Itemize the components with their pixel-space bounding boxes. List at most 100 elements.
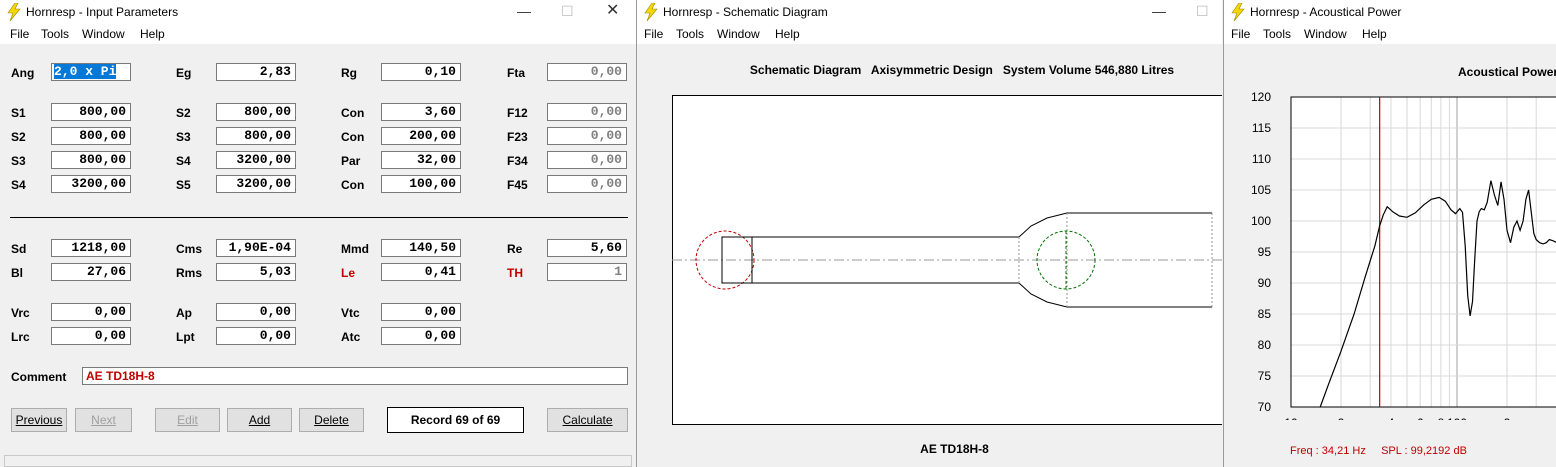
field-le[interactable]: 0,41	[381, 263, 461, 281]
field-s3b[interactable]: 800,00	[216, 127, 296, 145]
field-bl[interactable]: 27,06	[51, 263, 131, 281]
field-ang[interactable]: 2,0 x Pi	[51, 63, 131, 81]
label-f23: F23	[507, 130, 528, 144]
menu-help[interactable]: Help	[775, 27, 800, 41]
field-s3[interactable]: 800,00	[51, 151, 131, 169]
field-mmd[interactable]: 140,50	[381, 239, 461, 257]
label-lrc: Lrc	[11, 330, 30, 344]
status-bar	[4, 455, 632, 467]
separator-line	[10, 217, 628, 218]
y-tick-label: 110	[1252, 152, 1271, 166]
chart-title: Acoustical Power	[1458, 65, 1556, 79]
record-indicator: Record 69 of 69	[387, 407, 524, 433]
label-s3b: S3	[176, 130, 191, 144]
calculate-button[interactable]: Calculate	[547, 408, 628, 432]
title-bar: Hornresp - Input Parameters — ☐ ✕	[0, 0, 636, 24]
x-tick-label: 10	[1284, 416, 1298, 420]
label-s5: S5	[176, 178, 191, 192]
label-mmd: Mmd	[341, 242, 369, 256]
y-tick-label: 90	[1258, 276, 1272, 290]
menu-window[interactable]: Window	[1304, 27, 1347, 41]
schematic-canvas	[672, 95, 1222, 425]
menu-file[interactable]: File	[644, 27, 663, 41]
label-vtc: Vtc	[341, 306, 360, 320]
field-ap[interactable]: 0,00	[216, 303, 296, 321]
hornresp-lightning-icon	[644, 3, 658, 21]
x-tick-label: 2	[1338, 416, 1345, 420]
field-s2b[interactable]: 800,00	[216, 103, 296, 121]
menu-tools[interactable]: Tools	[676, 27, 704, 41]
field-sd[interactable]: 1218,00	[51, 239, 131, 257]
cursor-readout: Freq : 34,21 Hz SPL : 99,2192 dB	[1290, 445, 1467, 457]
label-comment: Comment	[11, 370, 67, 384]
maximize-icon[interactable]: ☐	[561, 4, 574, 18]
field-con1[interactable]: 3,60	[381, 103, 461, 121]
y-tick-label: 70	[1258, 400, 1272, 414]
y-tick-label: 115	[1252, 121, 1271, 135]
menu-bar: File Tools Window Help	[637, 24, 1222, 44]
field-vtc[interactable]: 0,00	[381, 303, 461, 321]
menu-tools[interactable]: Tools	[41, 27, 69, 41]
acoustical-power-window: Hornresp - Acoustical Power File Tools W…	[1223, 0, 1556, 467]
add-button[interactable]: Add	[227, 408, 292, 432]
field-s2[interactable]: 800,00	[51, 127, 131, 145]
field-rg[interactable]: 0,10	[381, 63, 461, 81]
label-par: Par	[341, 154, 361, 168]
label-con3: Con	[341, 178, 365, 192]
menu-help[interactable]: Help	[140, 27, 165, 41]
minimize-icon[interactable]: —	[517, 4, 531, 18]
menu-file[interactable]: File	[10, 27, 29, 41]
x-tick-label: 6	[1417, 416, 1424, 420]
label-con1: Con	[341, 106, 365, 120]
label-ang: Ang	[11, 66, 35, 80]
label-re: Re	[507, 242, 523, 256]
menu-tools[interactable]: Tools	[1263, 27, 1291, 41]
x-tick-label: 8	[1438, 416, 1445, 420]
field-s4b[interactable]: 3200,00	[216, 151, 296, 169]
minimize-icon[interactable]: —	[1152, 4, 1166, 18]
y-tick-label: 80	[1258, 338, 1272, 352]
close-icon[interactable]: ✕	[606, 3, 619, 19]
next-button[interactable]: Next	[75, 408, 132, 432]
delete-button[interactable]: Delete	[299, 408, 364, 432]
label-rms: Rms	[176, 266, 203, 280]
field-s5[interactable]: 3200,00	[216, 175, 296, 193]
title-bar: Hornresp - Acoustical Power	[1224, 0, 1556, 24]
label-th: TH	[507, 266, 523, 280]
field-eg[interactable]: 2,83	[216, 63, 296, 81]
label-vrc: Vrc	[11, 306, 30, 320]
field-con2[interactable]: 200,00	[381, 127, 461, 145]
field-lrc[interactable]: 0,00	[51, 327, 131, 345]
menu-window[interactable]: Window	[82, 27, 125, 41]
label-f34: F34	[507, 154, 528, 168]
field-rms[interactable]: 5,03	[216, 263, 296, 281]
window-title: Hornresp - Schematic Diagram	[663, 5, 828, 19]
menu-help[interactable]: Help	[1362, 27, 1387, 41]
field-lpt[interactable]: 0,00	[216, 327, 296, 345]
field-fta: 0,00	[547, 63, 627, 81]
x-tick-label: 2	[1504, 416, 1511, 420]
input-parameters-window: Hornresp - Input Parameters — ☐ ✕ File T…	[0, 0, 637, 467]
field-atc[interactable]: 0,00	[381, 327, 461, 345]
label-s1: S1	[11, 106, 26, 120]
menu-window[interactable]: Window	[717, 27, 760, 41]
schematic-window: Hornresp - Schematic Diagram — ☐ File To…	[637, 0, 1222, 467]
edit-button[interactable]: Edit	[155, 408, 220, 432]
field-par[interactable]: 32,00	[381, 151, 461, 169]
y-tick-label: 120	[1251, 90, 1271, 104]
field-re[interactable]: 5,60	[547, 239, 627, 257]
y-tick-label: 85	[1258, 307, 1272, 321]
previous-button[interactable]: Previous	[11, 408, 67, 432]
field-vrc[interactable]: 0,00	[51, 303, 131, 321]
maximize-icon[interactable]: ☐	[1196, 4, 1209, 18]
field-cms[interactable]: 1,90E-04	[216, 239, 296, 257]
comment-field[interactable]: AE TD18H-8	[82, 367, 628, 385]
label-rg: Rg	[341, 66, 357, 80]
label-s4b: S4	[176, 154, 191, 168]
field-s4[interactable]: 3200,00	[51, 175, 131, 193]
label-lpt: Lpt	[176, 330, 195, 344]
label-s2b: S2	[176, 106, 191, 120]
field-s1[interactable]: 800,00	[51, 103, 131, 121]
field-con3[interactable]: 100,00	[381, 175, 461, 193]
menu-file[interactable]: File	[1231, 27, 1250, 41]
